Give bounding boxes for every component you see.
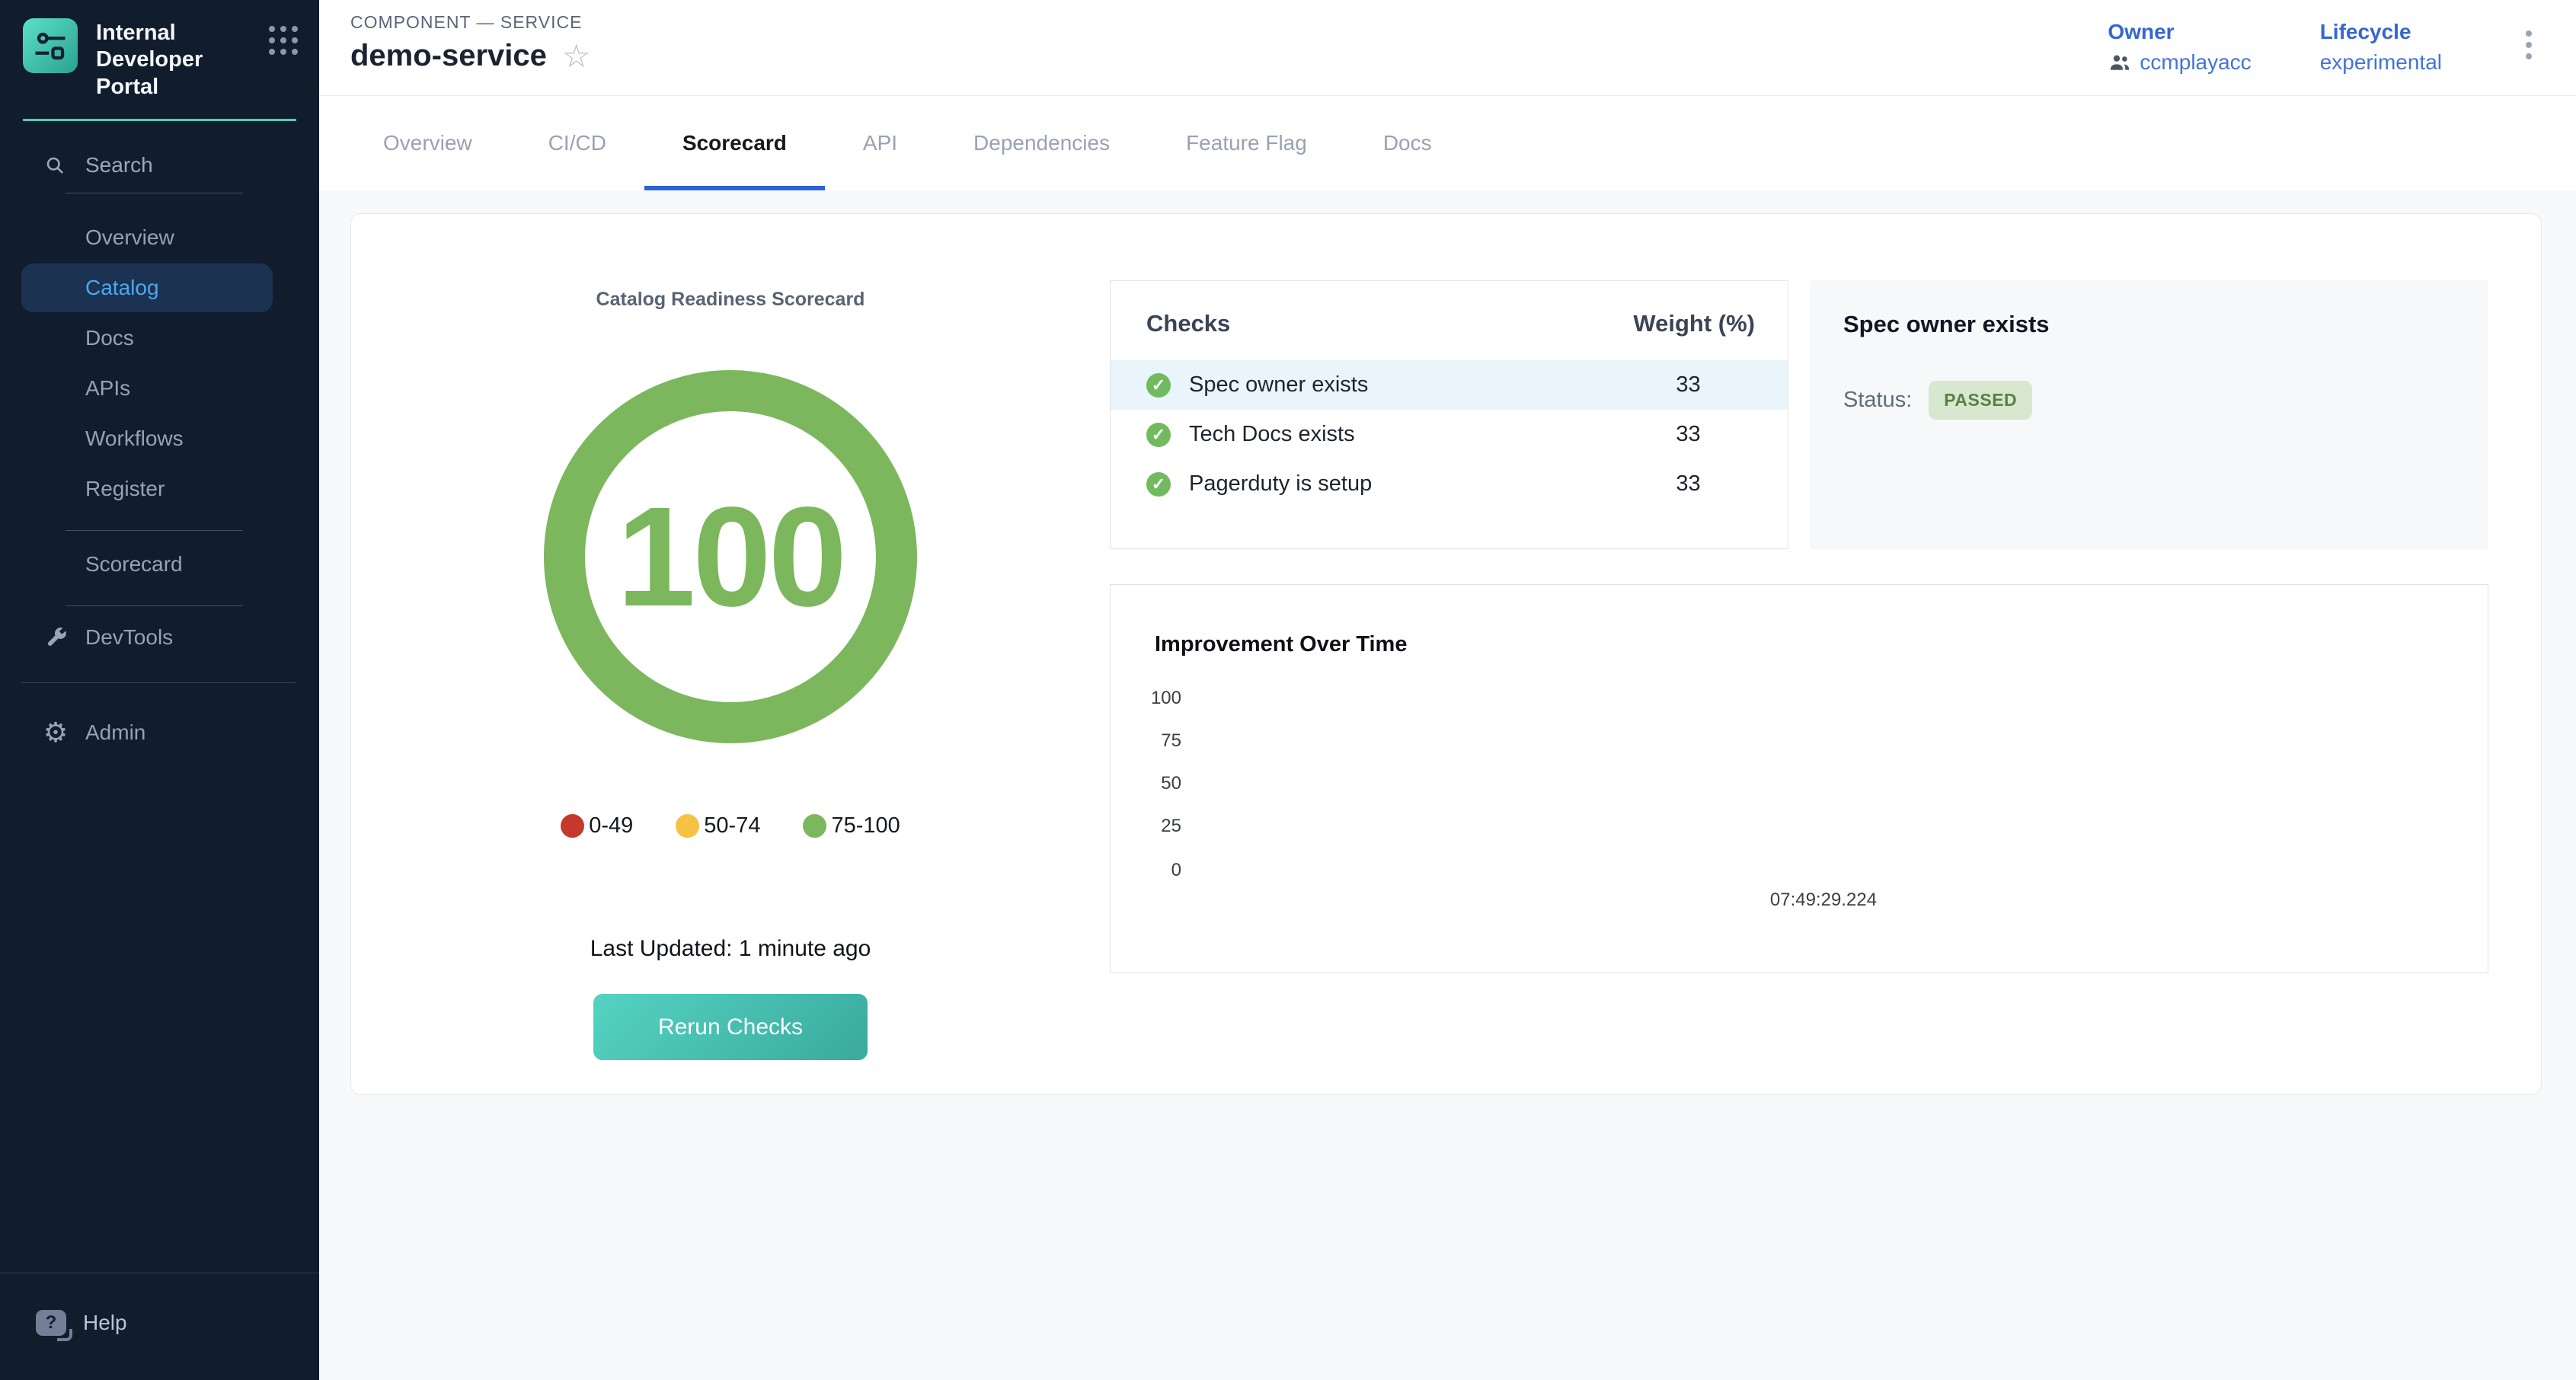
- admin-label: Admin: [85, 720, 145, 745]
- entity-tabs: Overview CI/CD Scorecard API Dependencie…: [319, 96, 2576, 190]
- weight-column-header: Weight (%): [1622, 310, 1755, 337]
- checks-column: Checks Weight (%) ✓ Spec owner exists 33…: [1110, 214, 2541, 1094]
- score-gauge: 100: [544, 370, 917, 743]
- divider: [21, 682, 296, 683]
- legend-dot-green: [803, 814, 826, 838]
- check-row-pagerduty[interactable]: ✓ Pagerduty is setup 33: [1111, 459, 1788, 509]
- y-axis-tick: 0: [1128, 860, 1181, 881]
- tab-cicd[interactable]: CI/CD: [510, 96, 644, 190]
- check-detail-title: Spec owner exists: [1843, 311, 2455, 338]
- sidebar-item-scorecard[interactable]: Scorecard: [21, 540, 273, 589]
- sidebar-item-register[interactable]: Register: [21, 465, 273, 513]
- status-badge: PASSED: [1929, 381, 2032, 420]
- gauge-title: Catalog Readiness Scorecard: [596, 289, 865, 311]
- sidebar-item-overview[interactable]: Overview: [21, 213, 273, 262]
- chart-title: Improvement Over Time: [1155, 632, 1407, 657]
- rerun-checks-button[interactable]: Rerun Checks: [593, 994, 868, 1060]
- search-icon: [44, 155, 66, 176]
- sidebar-item-workflows[interactable]: Workflows: [21, 414, 273, 463]
- owner-block: Owner ccmplayacc: [2108, 20, 2251, 75]
- checks-panel: Checks Weight (%) ✓ Spec owner exists 33…: [1110, 280, 1788, 549]
- tab-docs[interactable]: Docs: [1345, 96, 1470, 190]
- lifecycle-label: Lifecycle: [2320, 20, 2442, 44]
- devtools-label: DevTools: [85, 625, 173, 650]
- score-value: 100: [617, 476, 844, 638]
- divider: [66, 605, 243, 606]
- sidebar: Internal Developer Portal Search Overvie…: [0, 0, 319, 1380]
- sidebar-item-admin[interactable]: ⚙ Admin: [0, 706, 319, 759]
- breadcrumb: COMPONENT — SERVICE: [350, 12, 591, 33]
- app-logo-icon: [23, 18, 78, 73]
- sidebar-item-devtools[interactable]: DevTools: [0, 611, 319, 664]
- help-label: Help: [83, 1311, 127, 1335]
- gauge-column: Catalog Readiness Scorecard 100 0-49 50-…: [351, 214, 1110, 1094]
- main-area: COMPONENT — SERVICE demo-service ☆ Owner: [319, 0, 2576, 1380]
- checks-panel-title: Checks: [1146, 310, 1230, 337]
- status-label: Status:: [1843, 388, 1912, 413]
- group-icon: [2108, 50, 2132, 75]
- tab-scorecard[interactable]: Scorecard: [644, 96, 825, 190]
- score-legend: 0-49 50-74 75-100: [561, 813, 900, 839]
- tab-overview[interactable]: Overview: [345, 96, 510, 190]
- sidebar-item-docs[interactable]: Docs: [21, 314, 273, 363]
- gear-icon: ⚙: [43, 719, 69, 746]
- scorecard-content: Catalog Readiness Scorecard 100 0-49 50-…: [319, 190, 2576, 1095]
- legend-dot-yellow: [676, 814, 699, 838]
- scorecard-card: Catalog Readiness Scorecard 100 0-49 50-…: [350, 213, 2542, 1095]
- check-detail-panel: Spec owner exists Status: PASSED: [1810, 280, 2488, 549]
- lifecycle-value: experimental: [2320, 50, 2442, 75]
- last-updated-text: Last Updated: 1 minute ago: [590, 936, 871, 962]
- x-axis-tick: 07:49:29.224: [1770, 890, 1877, 911]
- y-axis-tick: 50: [1128, 773, 1181, 794]
- page-title: demo-service: [350, 39, 547, 73]
- brand-title: Internal Developer Portal: [96, 18, 269, 101]
- improvement-chart: Improvement Over Time 100 75 50 25 0 07:…: [1110, 584, 2488, 973]
- sidebar-item-help[interactable]: ? Help: [36, 1310, 319, 1336]
- entity-header: COMPONENT — SERVICE demo-service ☆ Owner: [319, 0, 2576, 96]
- check-row-tech-docs[interactable]: ✓ Tech Docs exists 33: [1111, 410, 1788, 459]
- help-chat-icon: ?: [36, 1310, 66, 1336]
- tab-api[interactable]: API: [825, 96, 935, 190]
- owner-link[interactable]: ccmplayacc: [2108, 50, 2251, 75]
- y-axis-tick: 25: [1128, 816, 1181, 837]
- owner-label: Owner: [2108, 20, 2251, 44]
- legend-item-red: 0-49: [561, 813, 633, 839]
- owner-value: ccmplayacc: [2140, 50, 2251, 75]
- check-row-spec-owner[interactable]: ✓ Spec owner exists 33: [1111, 360, 1788, 410]
- search-label: Search: [85, 153, 153, 177]
- y-axis-tick: 100: [1128, 688, 1181, 709]
- legend-item-yellow: 50-74: [676, 813, 760, 839]
- sidebar-item-search[interactable]: Search: [0, 121, 319, 177]
- sidebar-nav: Overview Catalog Docs APIs Workflows Reg…: [0, 212, 319, 515]
- check-circle-icon: ✓: [1146, 373, 1171, 398]
- check-circle-icon: ✓: [1146, 472, 1171, 497]
- legend-dot-red: [561, 814, 584, 838]
- brand-row: Internal Developer Portal: [0, 0, 319, 116]
- tab-feature-flag[interactable]: Feature Flag: [1148, 96, 1345, 190]
- divider: [66, 530, 243, 531]
- lifecycle-block: Lifecycle experimental: [2320, 20, 2442, 75]
- help-section: ? Help: [0, 1273, 319, 1380]
- y-axis-tick: 75: [1128, 730, 1181, 752]
- legend-item-green: 75-100: [803, 813, 900, 839]
- sidebar-item-catalog[interactable]: Catalog: [21, 264, 273, 312]
- apps-grid-icon[interactable]: [269, 26, 298, 55]
- kebab-menu-icon[interactable]: [2518, 20, 2539, 70]
- wrench-icon: [43, 626, 69, 649]
- star-icon[interactable]: ☆: [562, 40, 591, 72]
- app-window: Internal Developer Portal Search Overvie…: [0, 0, 2576, 1380]
- tab-dependencies[interactable]: Dependencies: [935, 96, 1148, 190]
- sidebar-item-apis[interactable]: APIs: [21, 364, 273, 413]
- check-circle-icon: ✓: [1146, 423, 1171, 447]
